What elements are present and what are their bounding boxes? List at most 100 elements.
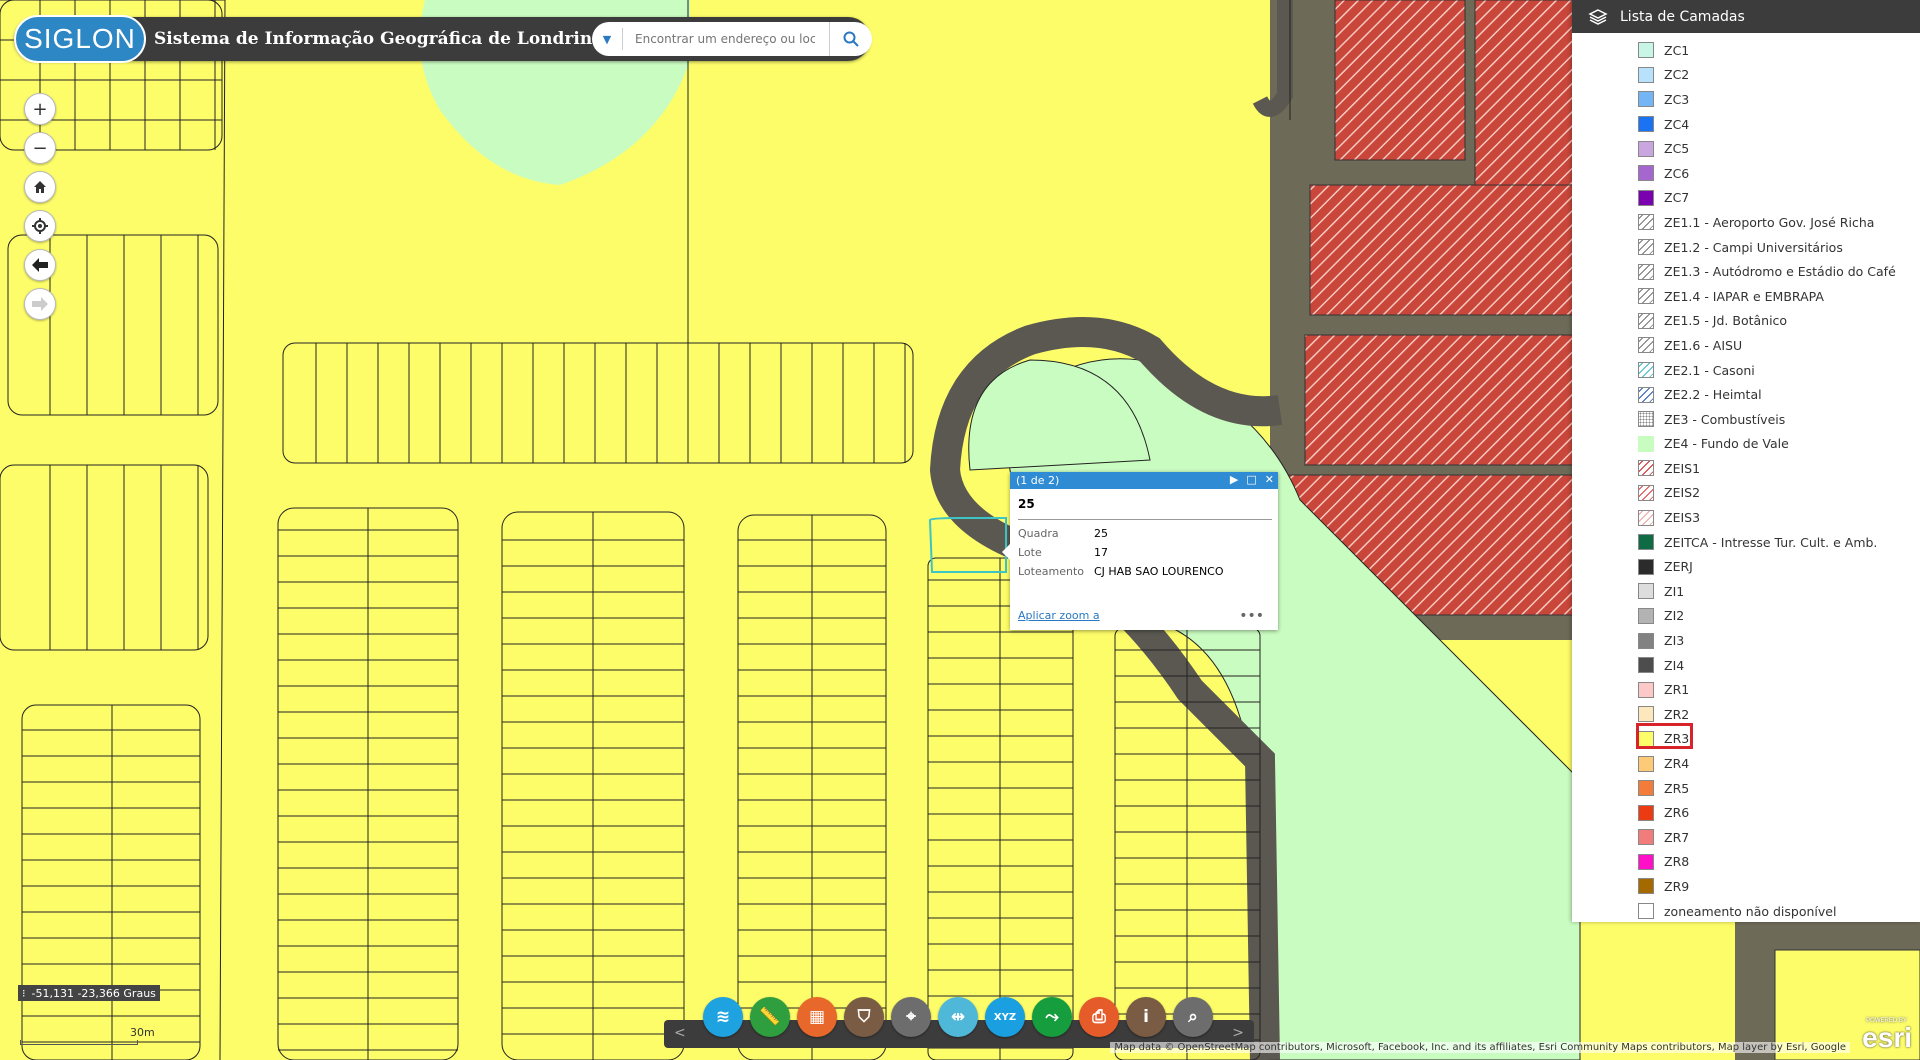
legend-list: ZC1 ZC2 ZC3 ZC4 ZC5 ZC6 ZC7 ZE1.1 - Aeroporto G… (1638, 38, 1896, 923)
siglon-logo[interactable]: SIGLON (14, 15, 146, 63)
legend-item: ZE1.1 - Aeroporto Gov. José Richa (1638, 210, 1896, 235)
layers-icon (1588, 8, 1608, 25)
legend-item: ZERJ (1638, 554, 1896, 579)
zoom-to-link[interactable]: Aplicar zoom a (1018, 609, 1100, 622)
legend-label: zoneamento não disponível (1664, 903, 1837, 919)
maximize-icon[interactable]: □ (1246, 473, 1256, 486)
attr-value: CJ HAB SAO LOURENCO (1093, 565, 1224, 578)
next-extent-button[interactable] (24, 288, 56, 320)
info-icon: i (1143, 1007, 1149, 1027)
legend-item: ZC6 (1638, 161, 1896, 186)
more-options-icon[interactable]: ••• (1239, 608, 1264, 624)
legend-label: ZC1 (1664, 42, 1690, 58)
legend-item: ZE1.3 - Autódromo e Estádio do Café (1638, 259, 1896, 284)
legend-label: ZE2.1 - Casoni (1664, 362, 1755, 378)
search-map-icon: ⌕ (1188, 1007, 1198, 1027)
esri-logo: POWERED BY esri (1862, 1018, 1912, 1054)
legend-item: ZEIS3 (1638, 505, 1896, 530)
legend-label: ZR8 (1664, 854, 1690, 870)
print-tool-button[interactable]: ⎙ (1079, 997, 1119, 1037)
legend-swatch (1638, 509, 1654, 526)
legend-swatch (1638, 484, 1654, 501)
swipe-tool-button[interactable]: ⇹ (938, 997, 978, 1037)
feature-popup: (1 de 2) ▶ □ ✕ 25 Quadra 25 Lote 17 Loteam… (1002, 472, 1278, 630)
legend-swatch (1638, 804, 1654, 821)
legend-swatch (1638, 607, 1654, 624)
attr-value: 25 (1093, 527, 1108, 540)
plus-icon: + (32, 98, 48, 120)
legend-label: ZC2 (1664, 67, 1690, 83)
legend-label: ZE1.1 - Aeroporto Gov. José Richa (1664, 214, 1875, 230)
legend-swatch (1638, 116, 1654, 133)
legend-swatch (1638, 657, 1654, 674)
locate-icon (32, 218, 48, 234)
previous-extent-button[interactable] (24, 249, 56, 281)
attr-key: Quadra (1018, 527, 1059, 540)
chevron-down-icon: ▼ (602, 32, 612, 46)
legend-label: ZR1 (1664, 682, 1690, 698)
legend-label: ZI4 (1664, 657, 1685, 673)
legend-item: ZE1.5 - Jd. Botânico (1638, 309, 1896, 334)
search-input[interactable] (633, 31, 817, 47)
legend-swatch (1638, 780, 1654, 797)
app-title: Sistema de Informação Geográfica de Lond… (154, 29, 604, 49)
legend-swatch (1638, 558, 1654, 575)
basemap-tool-button[interactable]: ▦ (797, 997, 837, 1037)
legend-swatch (1638, 534, 1654, 551)
xyz-icon: XYZ (993, 1011, 1017, 1023)
legend-item: ZR9 (1638, 874, 1896, 899)
minus-icon: − (32, 137, 48, 159)
toolbar-next-icon[interactable]: > (1232, 1025, 1244, 1041)
filter-tool-button[interactable]: ⛉ (844, 997, 884, 1037)
legend-label: ZE3 - Combustíveis (1664, 411, 1786, 427)
route-tool-button[interactable]: ⌖ (891, 997, 931, 1037)
route-icon: ⌖ (906, 1007, 916, 1027)
legend-swatch (1638, 706, 1654, 723)
toolbar-prev-icon[interactable]: < (674, 1025, 686, 1041)
home-button[interactable] (24, 171, 56, 203)
share-tool-button[interactable]: ⤳ (1032, 997, 1072, 1037)
popup-header: (1 de 2) ▶ □ ✕ (1010, 472, 1278, 489)
map-attribution: Map data © OpenStreetMap contributors, M… (1110, 1042, 1850, 1053)
legend-item: ZR7 (1638, 825, 1896, 850)
scale-label: 30m (130, 1026, 155, 1039)
legend-item: ZE2.2 - Heimtal (1638, 382, 1896, 407)
zoom-in-button[interactable]: + (24, 93, 56, 125)
legend-label: ZC3 (1664, 91, 1690, 107)
legend-item: ZC7 (1638, 186, 1896, 211)
legend-label: ZR5 (1664, 780, 1690, 796)
legend-swatch (1638, 91, 1654, 108)
search-map-tool-button[interactable]: ⌕ (1173, 997, 1213, 1037)
coordinate-picker-icon[interactable]: ⁝ (22, 987, 26, 1000)
legend-swatch (1638, 681, 1654, 698)
layers-tool-button[interactable]: ≋ (703, 997, 743, 1037)
legend-label: ZI1 (1664, 583, 1685, 599)
legend-item: ZE1.4 - IAPAR e EMBRAPA (1638, 284, 1896, 309)
esri-powered-by: POWERED BY (1866, 1018, 1907, 1024)
zoom-out-button[interactable]: − (24, 132, 56, 164)
search-source-dropdown[interactable]: ▼ (592, 28, 623, 50)
legend-label: ZEITCA - Intresse Tur. Cult. e Amb. (1664, 534, 1878, 550)
measure-tool-button[interactable]: 📏 (750, 997, 790, 1037)
legend-item: ZR8 (1638, 850, 1896, 875)
info-tool-button[interactable]: i (1126, 997, 1166, 1037)
legend-swatch (1638, 632, 1654, 649)
popup-pointer (1002, 544, 1010, 560)
layers-icon: ≋ (715, 1007, 731, 1027)
legend-item: ZE1.2 - Campi Universitários (1638, 235, 1896, 260)
print-icon: ⎙ (1092, 1007, 1106, 1027)
next-feature-icon[interactable]: ▶ (1230, 473, 1238, 486)
legend-label: ZR6 (1664, 805, 1690, 821)
legend-swatch (1638, 312, 1654, 329)
search-button[interactable] (829, 22, 872, 56)
logo-text: SIGLON (24, 23, 136, 54)
legend-item: ZR1 (1638, 677, 1896, 702)
locate-button[interactable] (24, 210, 56, 242)
close-icon[interactable]: ✕ (1265, 473, 1274, 486)
xyz-tool-button[interactable]: XYZ (985, 997, 1025, 1037)
table-row: Quadra 25 (1018, 524, 1234, 543)
legend-item: ZE2.1 - Casoni (1638, 358, 1896, 383)
legend-swatch (1638, 239, 1654, 256)
attr-key: Lote (1018, 546, 1042, 559)
legend-label: ZE1.3 - Autódromo e Estádio do Café (1664, 264, 1896, 280)
